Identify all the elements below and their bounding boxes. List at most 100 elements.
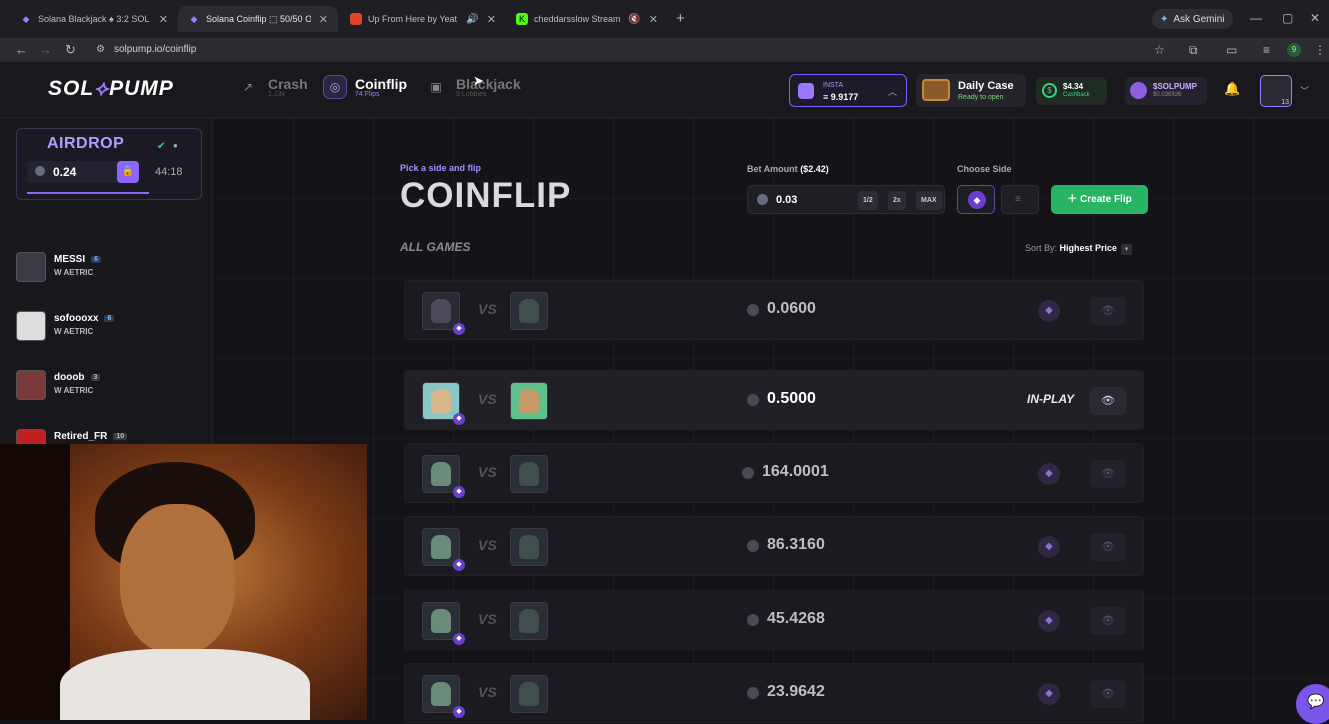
game-amount: 164.0001	[762, 463, 829, 480]
daily-case-status: Ready to open	[958, 94, 1004, 101]
in-play-status: IN-PLAY	[1027, 392, 1075, 406]
chevron-down-icon[interactable]: ﹀	[1300, 84, 1309, 97]
muted-icon[interactable]: 🔇	[628, 14, 640, 25]
daily-case-title: Daily Case	[958, 80, 1014, 92]
username-text: MESSI	[54, 254, 86, 265]
player-figure	[431, 535, 451, 559]
profile-avatar[interactable]: 9	[1287, 43, 1301, 57]
double-bet-button[interactable]: 2x	[888, 191, 906, 210]
extensions-icon[interactable]: ⧉	[1189, 43, 1198, 58]
join-side-icon[interactable]: ◆	[1038, 683, 1060, 705]
media-controls-icon[interactable]: ≡	[1263, 43, 1270, 57]
join-side-icon[interactable]: ◆	[1038, 536, 1060, 558]
solana-side-icon: ◆	[968, 191, 986, 209]
side-solana-button[interactable]: ◆	[957, 185, 995, 214]
browser-tab[interactable]: K cheddarsslow Stream - Wat 🔇 ✕	[506, 6, 668, 32]
username: MESSI 6	[54, 254, 102, 265]
view-eye-icon[interactable]: 👁	[1090, 297, 1126, 325]
game-amount: 45.4268	[767, 610, 825, 627]
token-name: $SOLPUMP	[1153, 82, 1198, 91]
nav-crash[interactable]: ↗ Crash 1.13x	[236, 75, 308, 99]
insta-balance-selector[interactable]: INSTA ≡ 9.9177 ︿	[789, 74, 907, 107]
create-flip-button[interactable]: ＋ Create Flip	[1051, 185, 1148, 214]
game-row[interactable]: ◆ VS 0.5000 IN-PLAY 👁	[404, 370, 1144, 430]
chat-user[interactable]: dooob 3 W AETRIC	[16, 370, 206, 406]
treasure-chest-icon	[922, 79, 950, 101]
menu-dots-icon[interactable]: ⋮	[1314, 43, 1326, 57]
forward-arrow-icon[interactable]: →	[39, 42, 52, 57]
maximize-icon[interactable]: ▢	[1282, 11, 1293, 25]
close-window-icon[interactable]: ✕	[1310, 11, 1320, 25]
bell-icon[interactable]: 🔔	[1224, 81, 1240, 97]
bet-amount-label: Bet Amount ($2.42)	[747, 164, 829, 174]
close-tab-icon[interactable]: ✕	[487, 13, 496, 26]
gemini-icon: ✦	[1160, 13, 1169, 25]
user-avatar[interactable]: 13	[1260, 75, 1292, 107]
close-tab-icon[interactable]: ✕	[649, 13, 658, 26]
close-tab-icon[interactable]: ✕	[159, 13, 168, 26]
browser-tab[interactable]: Up From Here by Yeat 🔊 ✕	[340, 6, 506, 32]
lock-icon[interactable]: 🔒	[117, 161, 139, 183]
ask-gemini-button[interactable]: ✦ Ask Gemini	[1152, 9, 1233, 29]
solpump-logo[interactable]: SOL⟡PUMP	[48, 77, 174, 101]
bookmark-star-icon[interactable]: ☆	[1154, 43, 1165, 57]
browser-tab-active[interactable]: ◆ Solana Coinflip ⬚ 50/50 Odds, S ✕	[178, 6, 338, 32]
join-side-icon[interactable]: ◆	[1038, 300, 1060, 322]
view-eye-icon[interactable]: 👁	[1090, 387, 1126, 415]
site-header: SOL⟡PUMP ↗ Crash 1.13x ◎ Coinflip 74 Fli…	[0, 62, 1329, 118]
game-row[interactable]: ◆ VS 23.9642 ◆ 👁	[404, 663, 1144, 723]
bet-amount-value[interactable]: 0.03	[776, 194, 797, 206]
view-eye-icon[interactable]: 👁	[1090, 607, 1126, 635]
chat-user[interactable]: MESSI 6 W AETRIC	[16, 252, 206, 288]
back-arrow-icon[interactable]: ←	[15, 42, 28, 57]
audio-playing-icon[interactable]: 🔊	[466, 14, 478, 25]
chat-user[interactable]: sofoooxx 6 W AETRIC	[16, 311, 206, 347]
url-field[interactable]: solpump.io/coinflip	[114, 44, 196, 55]
player-figure	[519, 299, 539, 323]
player-figure	[519, 389, 539, 413]
airdrop-timer: 44:18	[155, 166, 183, 178]
vs-icon: VS	[478, 684, 497, 700]
side-other-button[interactable]: ≡	[1001, 185, 1039, 214]
minimize-icon[interactable]: —	[1250, 11, 1262, 25]
sort-value: Highest Price	[1059, 243, 1118, 253]
reload-icon[interactable]: ↻	[65, 42, 76, 58]
view-eye-icon[interactable]: 👁	[1090, 533, 1126, 561]
close-tab-icon[interactable]: ✕	[319, 13, 328, 26]
game-row[interactable]: ◆ VS 0.0600 ◆ 👁	[404, 280, 1144, 340]
join-side-icon[interactable]: ◆	[1038, 610, 1060, 632]
chart-icon: ↗	[242, 80, 254, 94]
view-eye-icon[interactable]: 👁	[1090, 680, 1126, 708]
chat-message: W AETRIC	[54, 386, 94, 395]
nav-label: Coinflip	[355, 75, 408, 92]
game-row[interactable]: ◆ VS 86.3160 ◆ 👁	[404, 516, 1144, 576]
sort-dropdown[interactable]: Sort By: Highest Price ▾	[1025, 243, 1133, 255]
site-info-icon[interactable]: ⚙	[96, 44, 105, 55]
cashback-button[interactable]: $ $4.34 Cashback	[1036, 77, 1107, 105]
game-amount: 0.5000	[767, 390, 816, 407]
chat-bubble-icon[interactable]: 💬	[1296, 684, 1329, 724]
airdrop-title: AIRDROP	[47, 135, 125, 152]
chat-message: W AETRIC	[54, 327, 94, 336]
bet-amount-input[interactable]: 0.03 1/2 2x MAX	[747, 185, 945, 214]
half-bet-button[interactable]: 1/2	[858, 191, 878, 210]
daily-case-button[interactable]: Daily Case Ready to open	[916, 74, 1026, 107]
game-row[interactable]: ◆ VS 164.0001 ◆ 👁	[404, 443, 1144, 503]
browser-tab[interactable]: ◆ Solana Blackjack ♠ 3:2 SOL Pay ✕	[10, 6, 178, 32]
solpump-token-button[interactable]: $SOLPUMP $0.036926	[1125, 77, 1207, 105]
sidebar-icon[interactable]: ▭	[1226, 43, 1237, 57]
solana-side-badge: ◆	[453, 413, 465, 425]
streamer-shirt	[60, 649, 310, 720]
info-icon[interactable]: ●	[173, 141, 178, 150]
solana-side-badge: ◆	[453, 633, 465, 645]
sort-label: Sort By:	[1025, 243, 1058, 253]
nav-coinflip[interactable]: ◎ Coinflip 74 Flips	[323, 75, 407, 99]
player-two-slot	[510, 292, 548, 330]
new-tab-button[interactable]: +	[676, 10, 685, 27]
view-eye-icon[interactable]: 👁	[1090, 460, 1126, 488]
sol-coin-icon	[747, 687, 759, 699]
max-bet-button[interactable]: MAX	[916, 191, 942, 210]
username-text: Retired_FR	[54, 431, 108, 442]
join-side-icon[interactable]: ◆	[1038, 463, 1060, 485]
game-row[interactable]: ◆ VS 45.4268 ◆ 👁	[404, 590, 1144, 650]
